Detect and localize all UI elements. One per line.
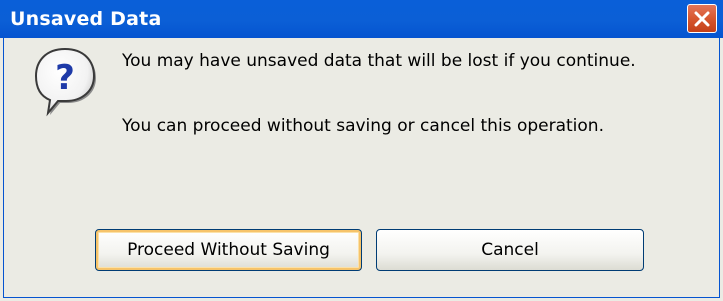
cancel-button[interactable]: Cancel	[376, 229, 644, 271]
dialog-title: Unsaved Data	[10, 8, 162, 30]
proceed-without-saving-button[interactable]: Proceed Without Saving	[95, 229, 362, 271]
svg-text:?: ?	[55, 58, 75, 98]
close-button[interactable]	[687, 4, 717, 33]
question-icon: ?	[34, 47, 96, 117]
unsaved-data-dialog: Unsaved Data ? You may have unsaved data…	[0, 0, 723, 301]
title-bar[interactable]: Unsaved Data	[0, 0, 723, 38]
message-line-2: You can proceed without saving or cancel…	[122, 116, 604, 136]
message-line-1: You may have unsaved data that will be l…	[122, 51, 636, 71]
close-icon	[694, 11, 710, 27]
